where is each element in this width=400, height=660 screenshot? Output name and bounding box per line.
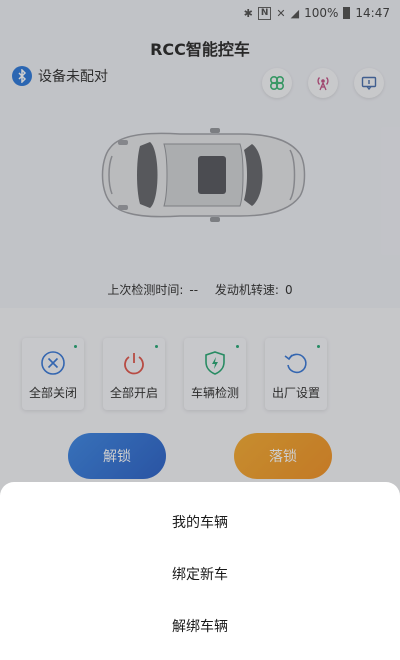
bottom-sheet: 我的车辆 绑定新车 解绑车辆 [0, 482, 400, 660]
unbind-vehicle-option[interactable]: 解绑车辆 [0, 616, 400, 636]
bind-new-vehicle-option[interactable]: 绑定新车 [0, 564, 400, 584]
my-vehicles-option[interactable]: 我的车辆 [0, 512, 400, 532]
